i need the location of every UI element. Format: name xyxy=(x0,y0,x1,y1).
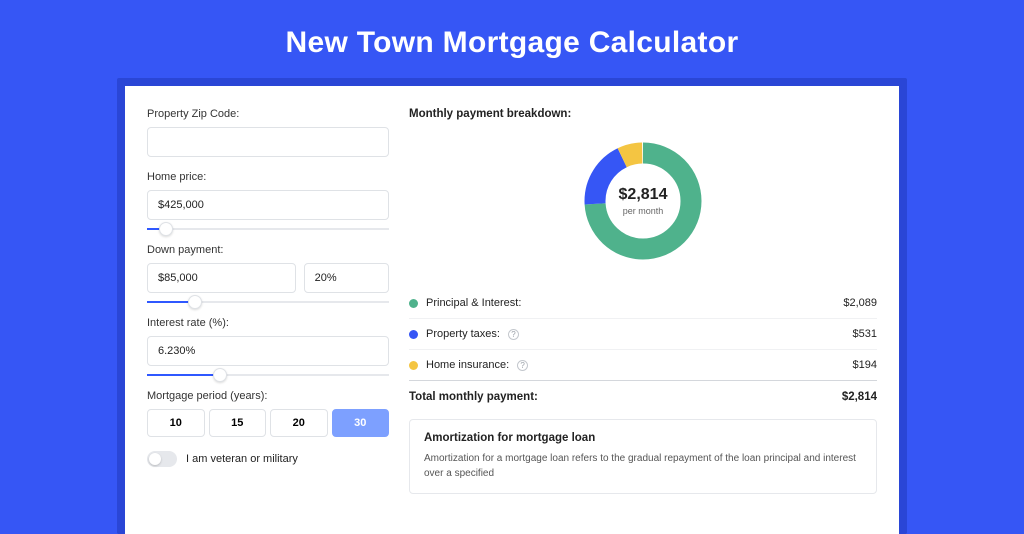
period-buttons: 10 15 20 30 xyxy=(147,409,389,437)
legend-label-taxes: Property taxes: xyxy=(426,328,500,340)
price-label: Home price: xyxy=(147,171,389,183)
legend-value-insurance: $194 xyxy=(853,359,877,371)
period-10[interactable]: 10 xyxy=(147,409,205,437)
dot-yellow-icon xyxy=(409,361,418,370)
down-label: Down payment: xyxy=(147,244,389,256)
legend-value-principal: $2,089 xyxy=(843,297,877,309)
price-slider-thumb[interactable] xyxy=(159,222,173,236)
field-price: Home price: xyxy=(147,171,389,230)
help-icon[interactable]: ? xyxy=(508,329,519,340)
page-title: New Town Mortgage Calculator xyxy=(0,0,1024,78)
total-row: Total monthly payment: $2,814 xyxy=(409,381,877,419)
field-rate: Interest rate (%): xyxy=(147,317,389,376)
total-value: $2,814 xyxy=(842,391,877,403)
price-slider[interactable] xyxy=(147,228,389,230)
field-down: Down payment: xyxy=(147,244,389,303)
dot-green-icon xyxy=(409,299,418,308)
period-20[interactable]: 20 xyxy=(270,409,328,437)
dot-blue-icon xyxy=(409,330,418,339)
legend-row-principal: Principal & Interest: $2,089 xyxy=(409,288,877,319)
veteran-row: I am veteran or military xyxy=(147,451,389,467)
veteran-toggle[interactable] xyxy=(147,451,177,467)
zip-label: Property Zip Code: xyxy=(147,108,389,120)
field-period: Mortgage period (years): 10 15 20 30 xyxy=(147,390,389,437)
breakdown-heading: Monthly payment breakdown: xyxy=(409,108,877,120)
legend-value-taxes: $531 xyxy=(853,328,877,340)
legend-label-insurance: Home insurance: xyxy=(426,359,509,371)
veteran-label: I am veteran or military xyxy=(186,453,298,465)
down-slider-thumb[interactable] xyxy=(188,295,202,309)
donut-wrap: $2,814 per month xyxy=(409,132,877,282)
down-slider[interactable] xyxy=(147,301,389,303)
donut-center: $2,814 per month xyxy=(580,138,706,264)
results-column: Monthly payment breakdown: $2,814 per mo… xyxy=(409,108,877,494)
legend: Principal & Interest: $2,089 Property ta… xyxy=(409,288,877,381)
rate-slider-thumb[interactable] xyxy=(213,368,227,382)
legend-label-principal: Principal & Interest: xyxy=(426,297,521,309)
down-input[interactable] xyxy=(147,263,296,293)
period-label: Mortgage period (years): xyxy=(147,390,389,402)
donut-sub: per month xyxy=(623,206,664,216)
price-input[interactable] xyxy=(147,190,389,220)
legend-row-insurance: Home insurance: ? $194 xyxy=(409,350,877,381)
amort-heading: Amortization for mortgage loan xyxy=(424,432,862,444)
payment-donut: $2,814 per month xyxy=(580,138,706,264)
calculator-panel: Property Zip Code: Home price: Down paym… xyxy=(125,86,899,534)
period-15[interactable]: 15 xyxy=(209,409,267,437)
rate-slider[interactable] xyxy=(147,374,389,376)
zip-input[interactable] xyxy=(147,127,389,157)
down-pct-input[interactable] xyxy=(304,263,389,293)
legend-row-taxes: Property taxes: ? $531 xyxy=(409,319,877,350)
amort-box: Amortization for mortgage loan Amortizat… xyxy=(409,419,877,494)
panel-wrap: Property Zip Code: Home price: Down paym… xyxy=(117,78,907,534)
rate-input[interactable] xyxy=(147,336,389,366)
total-label: Total monthly payment: xyxy=(409,391,538,403)
period-30[interactable]: 30 xyxy=(332,409,390,437)
form-column: Property Zip Code: Home price: Down paym… xyxy=(147,108,389,494)
amort-text: Amortization for a mortgage loan refers … xyxy=(424,452,862,481)
donut-value: $2,814 xyxy=(619,186,668,204)
help-icon[interactable]: ? xyxy=(517,360,528,371)
rate-label: Interest rate (%): xyxy=(147,317,389,329)
field-zip: Property Zip Code: xyxy=(147,108,389,157)
